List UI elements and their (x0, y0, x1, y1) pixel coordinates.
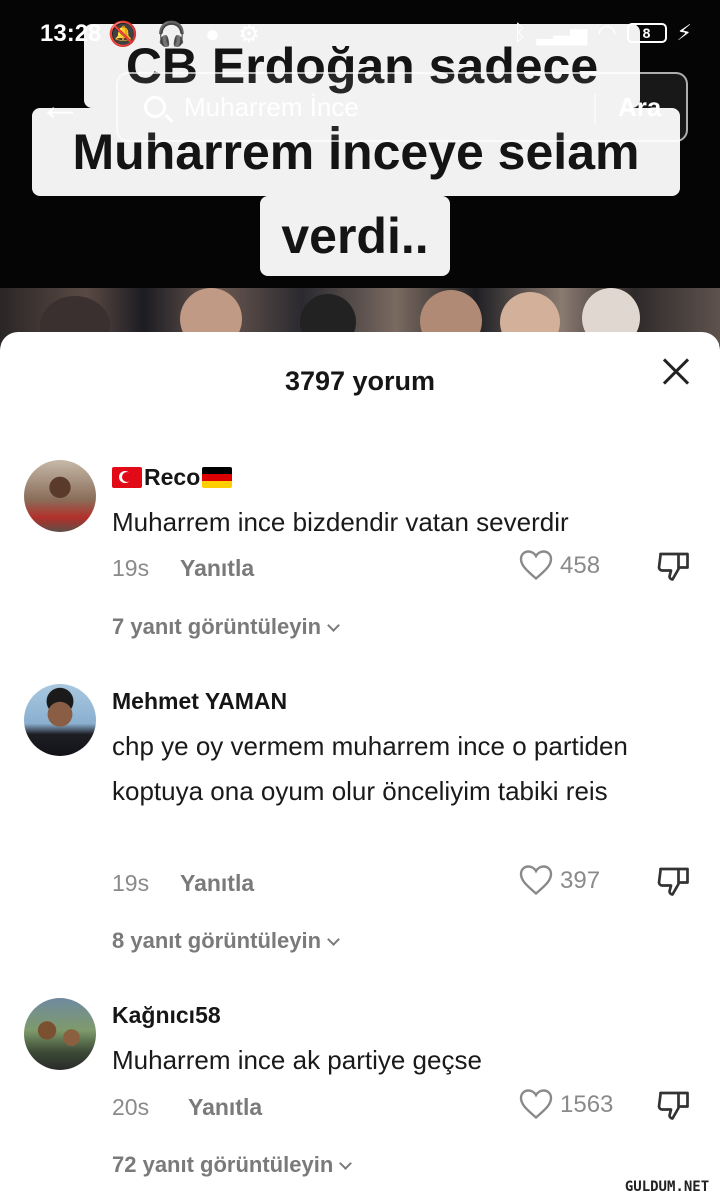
reply-button[interactable]: Yanıtla (188, 1094, 262, 1121)
back-arrow-icon[interactable]: ← (38, 84, 88, 130)
site-watermark: GULDUM.NET (618, 1177, 716, 1197)
like-count: 1563 (560, 1091, 614, 1118)
comment-time: 19s (112, 555, 150, 581)
charging-icon: ⚡ (676, 20, 692, 45)
view-replies-label: 8 yanıt görüntüleyin (112, 928, 322, 953)
reply-button[interactable]: Yanıtla (180, 555, 254, 582)
dislike-icon[interactable] (656, 1087, 692, 1123)
bluetooth-icon: ᛒ (513, 20, 527, 45)
dislike-icon[interactable] (656, 548, 692, 584)
avatar[interactable] (24, 684, 96, 756)
chevron-down-icon (327, 619, 340, 632)
close-icon[interactable] (658, 354, 694, 390)
comment-time: 20s (112, 1094, 150, 1120)
search-icon (144, 96, 166, 118)
system-icons: ᛒ ▂▃▅ ◠ 8 ⚡ (513, 20, 692, 46)
search-divider (594, 94, 596, 124)
headphones-icon: 🎧 (156, 21, 193, 48)
battery-icon: 8 (626, 23, 667, 43)
avatar[interactable] (24, 998, 96, 1070)
heart-icon[interactable] (518, 548, 554, 582)
chevron-down-icon (339, 1157, 353, 1170)
germany-flag-icon (202, 467, 233, 488)
mute-bell-icon: 🔕 (108, 21, 144, 48)
comment-author[interactable]: Reco (112, 464, 233, 491)
notification-icons: 🔕 🎧 ● ⚙ (108, 20, 266, 49)
like-count: 397 (560, 867, 601, 894)
turkey-flag-icon (112, 467, 142, 488)
search-input[interactable]: Muharrem İnce (184, 92, 359, 123)
app-icon: ⚙ (238, 21, 266, 48)
avatar[interactable] (24, 460, 96, 532)
comments-count-title: 3797 yorum (284, 366, 436, 396)
chevron-down-icon (327, 933, 340, 946)
view-replies-label: 72 yanıt görüntüleyin (112, 1152, 334, 1177)
dislike-icon[interactable] (656, 863, 692, 899)
status-time: 13:28 (40, 20, 102, 47)
view-replies-label: 7 yanıt görüntüleyin (112, 614, 322, 639)
video-caption-line-3: verdi.. (260, 196, 450, 276)
wifi-icon: ◠ (597, 20, 617, 45)
view-replies-link[interactable]: 72 yanıt görüntüleyin (112, 1152, 353, 1178)
comment-author[interactable]: Kağnıcı58 (112, 1002, 221, 1029)
author-name: Reco (144, 464, 201, 490)
search-button[interactable]: Ara (618, 92, 661, 123)
comments-sheet: 3797 yorum Reco Muharrem ince bizdendir … (0, 332, 720, 1201)
view-replies-link[interactable]: 8 yanıt görüntüleyin (112, 928, 340, 954)
search-bar[interactable]: Muharrem İnce Ara (116, 72, 688, 142)
signal-icon: ▂▃▅ (536, 20, 588, 45)
heart-icon[interactable] (518, 1087, 554, 1121)
comment-time: 19s (112, 870, 150, 896)
reddit-icon: ● (205, 21, 226, 48)
comment-text: chp ye oy vermem muharrem ince o partide… (112, 731, 628, 806)
comment-text: Muharrem ince bizdendir vatan severdir (112, 507, 569, 537)
heart-icon[interactable] (518, 863, 554, 897)
like-count: 458 (560, 552, 601, 579)
reply-button[interactable]: Yanıtla (180, 870, 254, 897)
comment-text: Muharrem ince ak partiye geçse (112, 1045, 482, 1075)
status-bar: 13:28 🔕 🎧 ● ⚙ ᛒ ▂▃▅ ◠ 8 ⚡ (0, 0, 720, 70)
view-replies-link[interactable]: 7 yanıt görüntüleyin (112, 614, 340, 640)
comment-author[interactable]: Mehmet YAMAN (112, 688, 287, 715)
